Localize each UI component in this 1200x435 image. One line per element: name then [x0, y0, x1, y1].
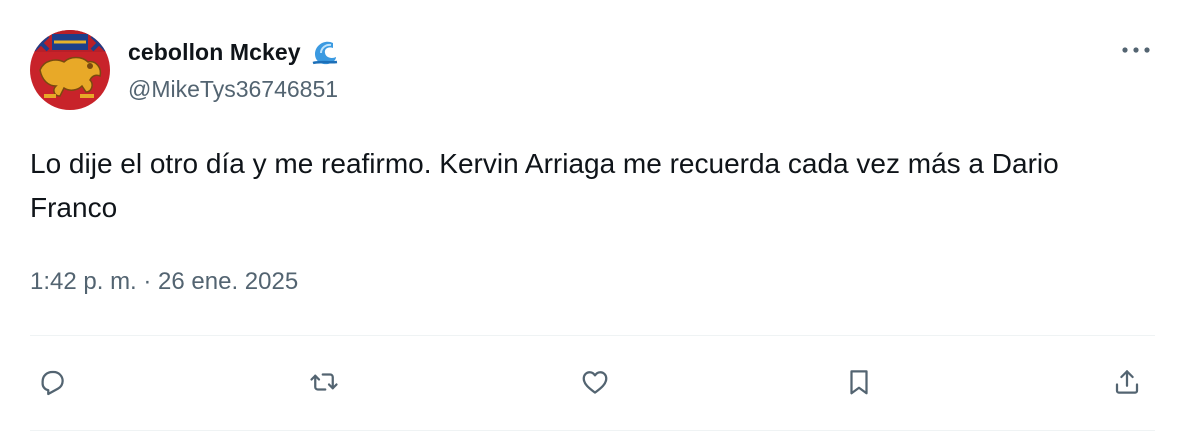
bookmark-icon — [850, 370, 868, 395]
like-button[interactable] — [573, 350, 617, 414]
heart-icon — [582, 371, 608, 394]
retweet-button[interactable] — [302, 350, 346, 414]
tweet-card: cebollon Mckey @MikeTys36746851 Lo dije … — [0, 0, 1200, 435]
more-options-button[interactable] — [1117, 36, 1155, 64]
author-name-row: cebollon Mckey — [128, 36, 339, 68]
share-icon — [1115, 370, 1139, 394]
display-name[interactable]: cebollon Mckey — [128, 39, 301, 66]
retweet-icon — [310, 373, 338, 391]
reply-bubble-icon — [41, 370, 64, 396]
wave-emoji-icon — [309, 37, 339, 67]
heraldic-lion-shield-icon — [30, 30, 110, 110]
reply-button[interactable] — [30, 350, 74, 414]
divider-bottom — [30, 430, 1155, 431]
author-handle[interactable]: @MikeTys36746851 — [128, 76, 338, 103]
bookmark-button[interactable] — [837, 350, 881, 414]
share-button[interactable] — [1105, 350, 1149, 414]
tweet-text: Lo dije el otro día y me reafirmo. Kervi… — [30, 148, 1059, 223]
avatar[interactable] — [30, 30, 110, 110]
tweet-actions — [30, 350, 1155, 414]
tweet-timestamp[interactable]: 1:42 p. m. · 26 ene. 2025 — [30, 268, 298, 296]
more-horizontal-icon — [1122, 47, 1150, 53]
divider — [30, 335, 1155, 336]
